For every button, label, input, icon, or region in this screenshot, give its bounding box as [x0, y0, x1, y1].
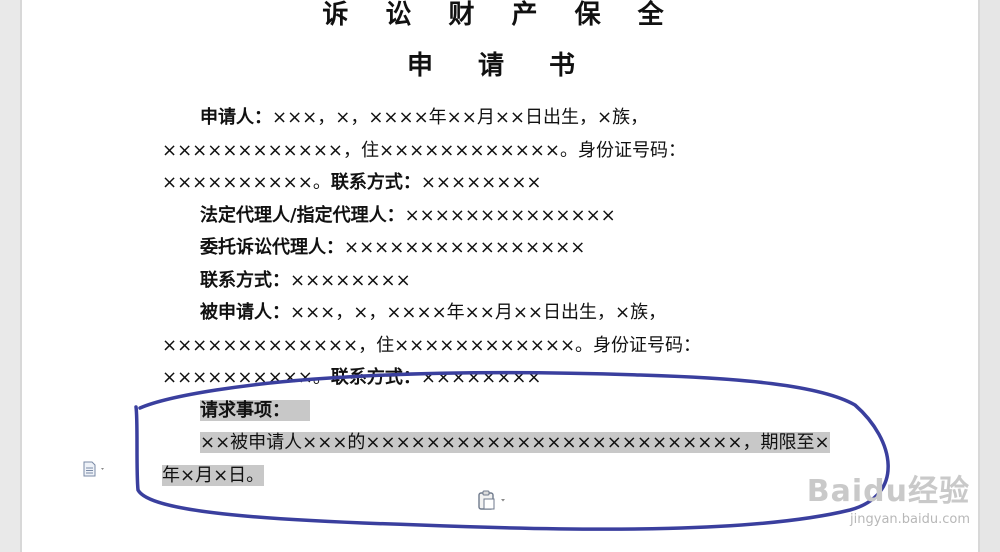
- agent-contact-text: ××××××××: [290, 269, 411, 291]
- request-heading-paragraph[interactable]: 请求事项：: [162, 395, 832, 428]
- request-paragraph[interactable]: ××被申请人×××的×××××××××××××××××××××××××，期限至×…: [162, 427, 832, 492]
- legal-rep-text: ××××××××××××××: [404, 204, 616, 226]
- document-icon[interactable]: [82, 461, 104, 477]
- agent-label: 委托诉讼代理人：: [200, 237, 344, 258]
- agent-text: ××××××××××××××××: [344, 237, 586, 258]
- request-label: 请求事项：: [200, 399, 310, 421]
- document-body[interactable]: 申请人：×××，×，××××年××月××日出生，×族，××××××××××××，…: [162, 102, 832, 492]
- document-title-line2: 申 请 书: [406, 51, 594, 81]
- watermark: Baidu经验 jingyan.baidu.com: [770, 466, 970, 527]
- watermark-brand: Baidu经验: [806, 474, 970, 509]
- applicant-contact-text: ××××××××: [420, 172, 542, 193]
- paste-options-icon[interactable]: [476, 490, 508, 510]
- respondent-paragraph[interactable]: 被申请人：×××，×，××××年××月××日出生，×族，××××××××××××…: [162, 297, 832, 395]
- left-gutter: [0, 0, 20, 552]
- respondent-contact-label: 联系方式：: [330, 367, 421, 388]
- page-edge-left: [20, 0, 22, 552]
- respondent-label: 被申请人：: [200, 302, 290, 323]
- legal-rep-label: 法定代理人/指定代理人：: [200, 204, 405, 226]
- agent-contact-label: 联系方式：: [200, 269, 290, 291]
- document-title-line1: 诉 讼 财 产 保 全: [322, 0, 678, 30]
- agent-contact-paragraph[interactable]: 联系方式：××××××××: [162, 265, 832, 298]
- respondent-contact-text: ××××××××: [420, 367, 542, 388]
- applicant-contact-label: 联系方式：: [330, 172, 421, 193]
- legal-rep-paragraph[interactable]: 法定代理人/指定代理人：××××××××××××××: [162, 200, 832, 233]
- right-gutter: [980, 0, 1000, 552]
- watermark-url: jingyan.baidu.com: [850, 512, 970, 527]
- page-edge-right: [978, 0, 980, 552]
- agent-paragraph[interactable]: 委托诉讼代理人：××××××××××××××××: [162, 232, 832, 265]
- applicant-paragraph[interactable]: 申请人：×××，×，××××年××月××日出生，×族，××××××××××××，…: [162, 102, 832, 200]
- request-text: ××被申请人×××的×××××××××××××××××××××××××，期限至×…: [162, 432, 830, 486]
- applicant-label: 申请人：: [200, 107, 272, 128]
